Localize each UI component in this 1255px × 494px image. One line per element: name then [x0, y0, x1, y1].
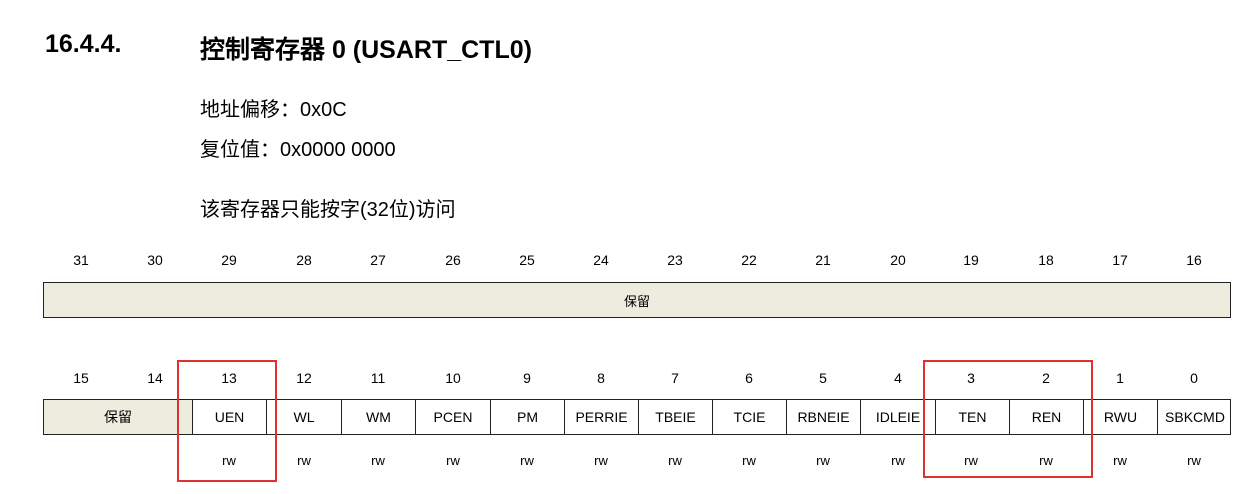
field-wl: WL	[267, 400, 342, 434]
address-offset: 地址偏移：0x0C	[200, 99, 347, 121]
bit-number-0: 0	[1190, 370, 1198, 386]
field-tbeie: TBEIE	[639, 400, 713, 434]
access-rw-bit-12: rw	[297, 453, 311, 468]
bit-number-6: 6	[745, 370, 753, 386]
bit-number-30: 30	[147, 252, 163, 268]
access-rw-bit-7: rw	[668, 453, 682, 468]
bit-number-27: 27	[370, 252, 386, 268]
access-rw-bit-6: rw	[742, 453, 756, 468]
bit-number-25: 25	[519, 252, 535, 268]
bit-number-14: 14	[147, 370, 163, 386]
bit-number-20: 20	[890, 252, 906, 268]
bit-number-11: 11	[370, 370, 386, 386]
field-sbkcmd: SBKCMD	[1165, 409, 1225, 425]
bit-number-19: 19	[963, 252, 979, 268]
bit-number-29: 29	[221, 252, 237, 268]
field-pm: PM	[491, 400, 565, 434]
access-rw-bit-8: rw	[594, 453, 608, 468]
access-rw-bit-0: rw	[1187, 453, 1201, 468]
bit-number-26: 26	[445, 252, 461, 268]
bit-number-5: 5	[819, 370, 827, 386]
access-rw-bit-5: rw	[816, 453, 830, 468]
access-rw-bit-9: rw	[520, 453, 534, 468]
access-note: 该寄存器只能按字(32位)访问	[200, 199, 456, 221]
access-rw-bit-11: rw	[371, 453, 385, 468]
bit-number-18: 18	[1038, 252, 1054, 268]
bit-number-23: 23	[667, 252, 683, 268]
bit-number-9: 9	[523, 370, 531, 386]
reserved-lower-field: 保留	[44, 400, 193, 434]
bit-number-7: 7	[671, 370, 679, 386]
bit-number-17: 17	[1112, 252, 1128, 268]
access-rw-bit-1: rw	[1113, 453, 1127, 468]
bit-number-21: 21	[815, 252, 831, 268]
bit-number-1: 1	[1116, 370, 1124, 386]
bit-number-4: 4	[894, 370, 902, 386]
section-number: 16.4.4.	[45, 30, 122, 58]
reset-value: 复位值：0x0000 0000	[200, 139, 396, 161]
field-wm: WM	[342, 400, 416, 434]
bit-number-12: 12	[296, 370, 312, 386]
highlight-uen-box	[177, 360, 277, 482]
bit-number-8: 8	[597, 370, 605, 386]
bit-number-22: 22	[741, 252, 757, 268]
reserved-upper-label: 保留	[623, 293, 650, 309]
bit-number-24: 24	[593, 252, 609, 268]
bit-number-10: 10	[445, 370, 461, 386]
field-rwu: RWU	[1084, 400, 1158, 434]
bit-number-28: 28	[296, 252, 312, 268]
field-perrie: PERRIE	[565, 400, 639, 434]
field-rbneie: RBNEIE	[787, 400, 861, 434]
section-title: 控制寄存器 0 (USART_CTL0)	[200, 36, 532, 64]
access-rw-bit-4: rw	[891, 453, 905, 468]
bit-number-31: 31	[73, 252, 89, 268]
highlight-ten-ren-box	[923, 360, 1093, 478]
field-tcie: TCIE	[713, 400, 787, 434]
bit-number-15: 15	[73, 370, 89, 386]
access-rw-bit-10: rw	[446, 453, 460, 468]
bit-number-16: 16	[1186, 252, 1202, 268]
field-pcen: PCEN	[416, 400, 491, 434]
reserved-upper-field: 保留	[43, 282, 1231, 318]
